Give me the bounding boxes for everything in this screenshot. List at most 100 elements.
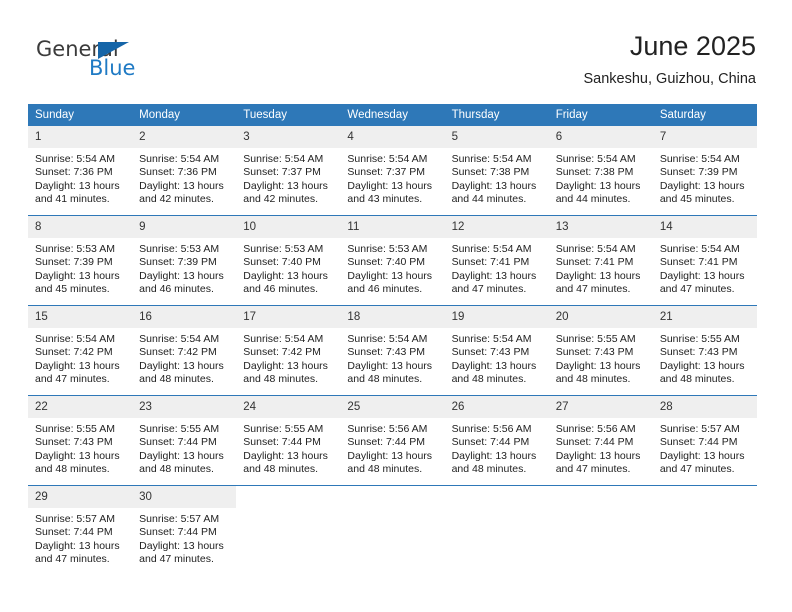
daylight-text-line2: and 47 minutes. bbox=[139, 553, 214, 566]
daylight-text-line1: Daylight: 13 hours bbox=[659, 269, 745, 282]
day-sun-info: Sunrise: 5:55 AM Sunset: 7:44 PM Daylight:… bbox=[236, 418, 340, 477]
day-sun-info: Sunrise: 5:54 AM Sunset: 7:41 PM Daylight:… bbox=[549, 238, 653, 297]
calendar-day-cell[interactable]: 1 Sunrise: 5:54 AM Sunset: 7:36 PM Daylight… bbox=[28, 126, 133, 216]
day-number: 14 bbox=[652, 216, 757, 238]
daylight-text-line2: and 45 minutes. bbox=[659, 193, 735, 206]
calendar-body: 1 Sunrise: 5:54 AM Sunset: 7:36 PM Daylight… bbox=[28, 126, 757, 575]
day-sun-info: Sunrise: 5:53 AM Sunset: 7:39 PM Daylight:… bbox=[28, 238, 132, 297]
calendar-day-cell[interactable]: 16 Sunrise: 5:54 AM Sunset: 7:42 PM Dayligh… bbox=[132, 305, 237, 396]
day-sun-info: Sunrise: 5:54 AM Sunset: 7:42 PM Daylight:… bbox=[236, 328, 340, 387]
general-blue-logo[interactable]: General Blue bbox=[36, 38, 156, 88]
sunrise-text: Sunrise: 5:54 AM bbox=[659, 243, 740, 255]
day-number: 19 bbox=[444, 306, 549, 328]
sunset-text: Sunset: 7:41 PM bbox=[555, 256, 634, 269]
calendar-day-cell[interactable]: 10 Sunrise: 5:53 AM Sunset: 7:40 PM Dayligh… bbox=[236, 215, 341, 306]
day-sun-info: Sunrise: 5:55 AM Sunset: 7:44 PM Daylight:… bbox=[132, 418, 236, 477]
day-sun-info: Sunrise: 5:55 AM Sunset: 7:43 PM Daylight:… bbox=[28, 418, 132, 477]
sunrise-text: Sunrise: 5:55 AM bbox=[35, 423, 115, 435]
day-number: 2 bbox=[132, 126, 237, 148]
calendar-day-cell[interactable]: 26 Sunrise: 5:56 AM Sunset: 7:44 PM Dayligh… bbox=[444, 395, 549, 486]
sunrise-text: Sunrise: 5:54 AM bbox=[243, 333, 324, 345]
sunset-text: Sunset: 7:40 PM bbox=[347, 256, 426, 269]
daylight-text-line1: Daylight: 13 hours bbox=[659, 359, 745, 372]
calendar-day-cell[interactable]: 22 Sunrise: 5:55 AM Sunset: 7:43 PM Dayligh… bbox=[28, 395, 133, 486]
calendar-day-cell[interactable]: 13 Sunrise: 5:54 AM Sunset: 7:41 PM Dayligh… bbox=[548, 215, 653, 306]
page-header: General Blue June 2025 Sankeshu, Guizhou… bbox=[0, 0, 792, 100]
daylight-text-line2: and 46 minutes. bbox=[347, 283, 423, 296]
calendar-day-cell[interactable]: 25 Sunrise: 5:56 AM Sunset: 7:44 PM Dayligh… bbox=[340, 395, 445, 486]
day-sun-info: Sunrise: 5:54 AM Sunset: 7:39 PM Daylight:… bbox=[653, 148, 757, 207]
day-number: 23 bbox=[132, 396, 237, 418]
sunrise-text: Sunrise: 5:55 AM bbox=[139, 423, 220, 435]
sunrise-text: Sunrise: 5:54 AM bbox=[659, 153, 740, 165]
day-number: 21 bbox=[652, 306, 757, 328]
sunrise-text: Sunrise: 5:53 AM bbox=[139, 243, 220, 255]
daylight-text-line1: Daylight: 13 hours bbox=[139, 359, 224, 372]
calendar-day-cell[interactable]: 18 Sunrise: 5:54 AM Sunset: 7:43 PM Dayligh… bbox=[340, 305, 445, 396]
calendar-day-cell[interactable]: 8 Sunrise: 5:53 AM Sunset: 7:39 PM Daylight… bbox=[28, 215, 133, 306]
sunset-text: Sunset: 7:44 PM bbox=[35, 526, 113, 539]
day-sun-info: Sunrise: 5:54 AM Sunset: 7:36 PM Daylight:… bbox=[28, 148, 132, 207]
sunrise-text: Sunrise: 5:55 AM bbox=[659, 333, 740, 345]
daylight-text-line2: and 42 minutes. bbox=[243, 193, 318, 206]
day-number: 8 bbox=[28, 216, 133, 238]
calendar-day-cell[interactable]: 12 Sunrise: 5:54 AM Sunset: 7:41 PM Dayligh… bbox=[444, 215, 549, 306]
daylight-text-line1: Daylight: 13 hours bbox=[35, 449, 120, 462]
calendar-week-row: 1 Sunrise: 5:54 AM Sunset: 7:36 PM Daylight… bbox=[28, 126, 757, 216]
sunset-text: Sunset: 7:44 PM bbox=[451, 436, 530, 449]
day-number: 24 bbox=[236, 396, 341, 418]
daylight-text-line1: Daylight: 13 hours bbox=[347, 269, 433, 282]
calendar-day-cell[interactable]: 21 Sunrise: 5:55 AM Sunset: 7:43 PM Dayligh… bbox=[652, 305, 757, 396]
calendar-day-cell[interactable]: 23 Sunrise: 5:55 AM Sunset: 7:44 PM Dayligh… bbox=[132, 395, 237, 486]
daylight-text-line2: and 45 minutes. bbox=[35, 283, 110, 296]
calendar-page: General Blue June 2025 Sankeshu, Guizhou… bbox=[0, 0, 792, 612]
calendar-day-cell[interactable]: 3 Sunrise: 5:54 AM Sunset: 7:37 PM Daylight… bbox=[236, 126, 341, 216]
daylight-text-line2: and 48 minutes. bbox=[451, 373, 527, 386]
day-sun-info: Sunrise: 5:56 AM Sunset: 7:44 PM Daylight:… bbox=[445, 418, 549, 477]
calendar-day-cell[interactable]: 11 Sunrise: 5:53 AM Sunset: 7:40 PM Dayligh… bbox=[340, 215, 445, 306]
day-number: 18 bbox=[340, 306, 445, 328]
daylight-text-line2: and 48 minutes. bbox=[139, 463, 214, 476]
day-number-placeholder bbox=[652, 486, 757, 508]
calendar-day-cell[interactable]: 27 Sunrise: 5:56 AM Sunset: 7:44 PM Dayligh… bbox=[548, 395, 653, 486]
daylight-text-line2: and 47 minutes. bbox=[659, 463, 735, 476]
calendar-day-cell[interactable]: 14 Sunrise: 5:54 AM Sunset: 7:41 PM Dayligh… bbox=[652, 215, 757, 306]
daylight-text-line2: and 43 minutes. bbox=[347, 193, 423, 206]
day-sun-info: Sunrise: 5:55 AM Sunset: 7:43 PM Daylight:… bbox=[549, 328, 653, 387]
calendar-day-cell[interactable]: 9 Sunrise: 5:53 AM Sunset: 7:39 PM Daylight… bbox=[132, 215, 237, 306]
weekday-header-tuesday: Tuesday bbox=[236, 104, 341, 126]
sunrise-text: Sunrise: 5:54 AM bbox=[35, 333, 115, 345]
daylight-text-line2: and 47 minutes. bbox=[555, 463, 631, 476]
calendar-day-cell[interactable]: 20 Sunrise: 5:55 AM Sunset: 7:43 PM Dayligh… bbox=[548, 305, 653, 396]
daylight-text-line2: and 47 minutes. bbox=[659, 283, 735, 296]
sunrise-text: Sunrise: 5:54 AM bbox=[347, 333, 428, 345]
day-sun-info: Sunrise: 5:54 AM Sunset: 7:43 PM Daylight:… bbox=[340, 328, 444, 387]
calendar-day-cell[interactable]: 6 Sunrise: 5:54 AM Sunset: 7:38 PM Daylight… bbox=[548, 126, 653, 216]
sunset-text: Sunset: 7:44 PM bbox=[139, 526, 217, 539]
day-sun-info: Sunrise: 5:57 AM Sunset: 7:44 PM Daylight:… bbox=[28, 508, 132, 567]
day-sun-info: Sunrise: 5:54 AM Sunset: 7:41 PM Daylight:… bbox=[445, 238, 549, 297]
calendar-day-cell[interactable]: 30 Sunrise: 5:57 AM Sunset: 7:44 PM Dayligh… bbox=[132, 485, 237, 575]
weekday-header-thursday: Thursday bbox=[444, 104, 549, 126]
daylight-text-line1: Daylight: 13 hours bbox=[659, 449, 745, 462]
calendar-day-cell[interactable]: 5 Sunrise: 5:54 AM Sunset: 7:38 PM Daylight… bbox=[444, 126, 549, 216]
sunrise-text: Sunrise: 5:54 AM bbox=[451, 333, 532, 345]
calendar-day-cell[interactable]: 29 Sunrise: 5:57 AM Sunset: 7:44 PM Dayligh… bbox=[28, 485, 133, 575]
day-number: 27 bbox=[548, 396, 653, 418]
calendar-day-cell[interactable]: 19 Sunrise: 5:54 AM Sunset: 7:43 PM Dayligh… bbox=[444, 305, 549, 396]
sunset-text: Sunset: 7:36 PM bbox=[139, 166, 217, 179]
sunset-text: Sunset: 7:44 PM bbox=[139, 436, 217, 449]
calendar-day-cell[interactable]: 4 Sunrise: 5:54 AM Sunset: 7:37 PM Daylight… bbox=[340, 126, 445, 216]
sunrise-text: Sunrise: 5:56 AM bbox=[555, 423, 636, 435]
day-sun-info: Sunrise: 5:54 AM Sunset: 7:41 PM Daylight:… bbox=[653, 238, 757, 297]
daylight-text-line2: and 44 minutes. bbox=[451, 193, 527, 206]
daylight-text-line2: and 48 minutes. bbox=[555, 373, 631, 386]
calendar-day-cell[interactable]: 7 Sunrise: 5:54 AM Sunset: 7:39 PM Daylight… bbox=[652, 126, 757, 216]
calendar-day-cell[interactable]: 17 Sunrise: 5:54 AM Sunset: 7:42 PM Dayligh… bbox=[236, 305, 341, 396]
day-sun-info: Sunrise: 5:57 AM Sunset: 7:44 PM Daylight:… bbox=[653, 418, 757, 477]
calendar-day-cell[interactable]: 28 Sunrise: 5:57 AM Sunset: 7:44 PM Dayligh… bbox=[652, 395, 757, 486]
calendar-day-cell[interactable]: 15 Sunrise: 5:54 AM Sunset: 7:42 PM Dayligh… bbox=[28, 305, 133, 396]
calendar-day-cell[interactable]: 24 Sunrise: 5:55 AM Sunset: 7:44 PM Dayligh… bbox=[236, 395, 341, 486]
calendar-day-cell[interactable]: 2 Sunrise: 5:54 AM Sunset: 7:36 PM Daylight… bbox=[132, 126, 237, 216]
daylight-text-line1: Daylight: 13 hours bbox=[555, 179, 641, 192]
